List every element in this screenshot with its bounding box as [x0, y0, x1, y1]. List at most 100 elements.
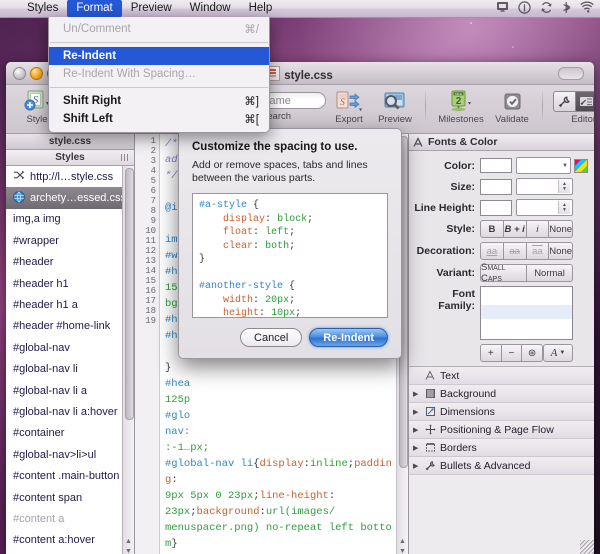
- menu-item-shift-left[interactable]: Shift Left ⌘[: [49, 110, 269, 128]
- menu-item-shift-right[interactable]: Shift Right ⌘]: [49, 92, 269, 110]
- wifi-icon[interactable]: [580, 1, 594, 16]
- background-icon: [425, 388, 436, 399]
- decoration-none-button[interactable]: None: [549, 242, 574, 260]
- cancel-button[interactable]: Cancel: [240, 328, 303, 347]
- font-panel-button[interactable]: A ▼: [542, 344, 573, 362]
- clear-font-button[interactable]: ⊛: [522, 344, 543, 362]
- bluetooth-icon[interactable]: [562, 1, 571, 17]
- line-number: 8: [150, 206, 156, 216]
- inspector-section-text[interactable]: Text: [409, 367, 594, 385]
- font-family-list[interactable]: [480, 286, 573, 340]
- remove-font-button[interactable]: −: [501, 344, 523, 362]
- toolbar-button-milestones[interactable]: MILE 2 Milestones: [433, 87, 489, 125]
- chevron-right-icon[interactable]: ▶: [413, 408, 421, 416]
- line-height-unit-combo[interactable]: ▲ ▼: [516, 199, 573, 216]
- styles-list-item[interactable]: #content a: [6, 508, 134, 529]
- sidebar-grip-icon[interactable]: [121, 154, 129, 161]
- editor-scroll-up-arrow[interactable]: ▲: [398, 537, 407, 546]
- sidebar-scroll-down-arrow[interactable]: ▼: [124, 547, 133, 554]
- chevron-right-icon[interactable]: ▶: [413, 444, 421, 452]
- inspector-header[interactable]: Fonts & Color: [409, 134, 594, 151]
- color-name-combo[interactable]: ▼: [516, 157, 571, 174]
- font-family-selected-row[interactable]: [481, 305, 572, 319]
- menubar-item-help[interactable]: Help: [240, 0, 282, 17]
- menubar-item-format[interactable]: Format: [67, 0, 122, 17]
- styles-list-item[interactable]: #wrapper: [6, 230, 134, 251]
- styles-list-item[interactable]: http://l…style.css: [6, 166, 134, 187]
- color-swatch[interactable]: [480, 158, 512, 173]
- color-picker-icon[interactable]: [574, 158, 588, 173]
- inspector-section-background[interactable]: ▶ Background: [409, 385, 594, 403]
- style-bold-button[interactable]: B: [480, 220, 504, 238]
- clock-icon[interactable]: [518, 0, 531, 17]
- chevron-right-icon[interactable]: ▶: [413, 426, 421, 434]
- style-none-button[interactable]: None: [549, 220, 574, 238]
- toolbar-toggle-button[interactable]: [558, 67, 584, 80]
- size-stepper[interactable]: ▲ ▼: [558, 180, 570, 193]
- styles-list-item[interactable]: #global-nav li a:hover: [6, 401, 134, 422]
- styles-list-item[interactable]: #header h1 a: [6, 294, 134, 315]
- styles-list-item[interactable]: #global-nav: [6, 337, 134, 358]
- toolbar-button-validate[interactable]: Validate: [489, 87, 535, 125]
- format-menu-dropdown[interactable]: Un/Comment ⌘/ Re-Indent Re-Indent With Spac…: [48, 17, 270, 133]
- line-number: 15: [145, 276, 156, 286]
- menu-item-shortcut: ⌘[: [244, 114, 259, 126]
- sheet-code-preview[interactable]: #a-style { display: block; float: left; …: [192, 193, 388, 318]
- toolbar-button-export[interactable]: S Export: [326, 87, 372, 125]
- code-line: #hea: [165, 378, 191, 390]
- style-italic-button[interactable]: i: [526, 220, 550, 238]
- style-bold-italic-button[interactable]: B + i: [503, 220, 527, 238]
- editor-scroll-down-arrow[interactable]: ▼: [398, 547, 407, 554]
- variant-segmented-control[interactable]: Small Caps Normal: [480, 262, 573, 284]
- inspector-section-borders[interactable]: ▶ Borders: [409, 439, 594, 457]
- sidebar-file-tab[interactable]: style.css: [6, 134, 134, 150]
- styles-list-item[interactable]: #header h1: [6, 273, 134, 294]
- chevron-right-icon[interactable]: ▶: [413, 462, 421, 470]
- sidebar-scroll-up-arrow[interactable]: ▲: [124, 537, 133, 546]
- menubar-item-preview[interactable]: Preview: [122, 0, 181, 17]
- menubar-item-window[interactable]: Window: [181, 0, 240, 17]
- window-resize-handle[interactable]: [580, 540, 594, 554]
- styles-list-item[interactable]: archety…essed.css: [6, 187, 134, 209]
- styles-list[interactable]: http://l…style.css archety…essed.css img,a…: [6, 166, 134, 554]
- editors-segmented-control[interactable]: [552, 91, 594, 112]
- styles-list-item[interactable]: #container: [6, 423, 134, 444]
- styles-list-item[interactable]: #header: [6, 252, 134, 273]
- sidebar-scrollbar[interactable]: ▲ ▼: [122, 166, 134, 554]
- sync-icon[interactable]: [540, 1, 553, 17]
- style-segmented-control[interactable]: B B + i i None: [480, 220, 574, 238]
- decoration-strike-button[interactable]: aa: [503, 242, 527, 260]
- styles-list-item[interactable]: img,a img: [6, 209, 134, 230]
- styles-list-item[interactable]: #global-nav li: [6, 359, 134, 380]
- chevron-right-icon[interactable]: ▶: [413, 390, 421, 398]
- editors-segment-wrench[interactable]: [552, 91, 576, 112]
- variant-small-caps-button[interactable]: Small Caps: [480, 262, 527, 284]
- styles-list-item[interactable]: #content .main-button: [6, 465, 134, 486]
- toolbar-button-preview[interactable]: Preview: [372, 87, 418, 125]
- styles-list-item[interactable]: #global-nav li a: [6, 380, 134, 401]
- decoration-underline-button[interactable]: aa: [480, 242, 504, 260]
- editors-segment-inspector[interactable]: [575, 91, 594, 112]
- inspector-section-dimensions[interactable]: ▶ Dimensions: [409, 403, 594, 421]
- line-height-stepper[interactable]: ▲ ▼: [558, 201, 570, 214]
- styles-list-item[interactable]: #header #home-link: [6, 316, 134, 337]
- add-font-button[interactable]: +: [480, 344, 502, 362]
- sidebar-scroll-thumb[interactable]: [125, 168, 134, 420]
- line-height-input[interactable]: [480, 199, 512, 216]
- inspector-section-positioning-page-flow[interactable]: ▶ Positioning & Page Flow: [409, 421, 594, 439]
- re-indent-button[interactable]: Re-Indent: [309, 328, 388, 347]
- styles-list-item[interactable]: #content a:hover: [6, 530, 134, 551]
- decoration-overline-button[interactable]: aa: [526, 242, 550, 260]
- field-variant-label: Variant:: [436, 267, 475, 279]
- size-unit-combo[interactable]: ▲ ▼: [516, 178, 573, 195]
- inspector-section-bullets-advanced[interactable]: ▶ Bullets & Advanced: [409, 457, 594, 475]
- styles-list-item[interactable]: #global-nav>li>ul: [6, 444, 134, 465]
- styles-list-item[interactable]: #content span: [6, 487, 134, 508]
- size-input[interactable]: [480, 178, 512, 195]
- menubar-item-styles[interactable]: Styles: [18, 0, 67, 17]
- decoration-segmented-control[interactable]: aa aa aa None: [480, 242, 574, 260]
- variant-normal-button[interactable]: Normal: [527, 264, 573, 282]
- display-icon[interactable]: [496, 1, 509, 16]
- menu-item-re-indent[interactable]: Re-Indent: [49, 47, 269, 65]
- styles-list-item-label: #wrapper: [13, 234, 59, 247]
